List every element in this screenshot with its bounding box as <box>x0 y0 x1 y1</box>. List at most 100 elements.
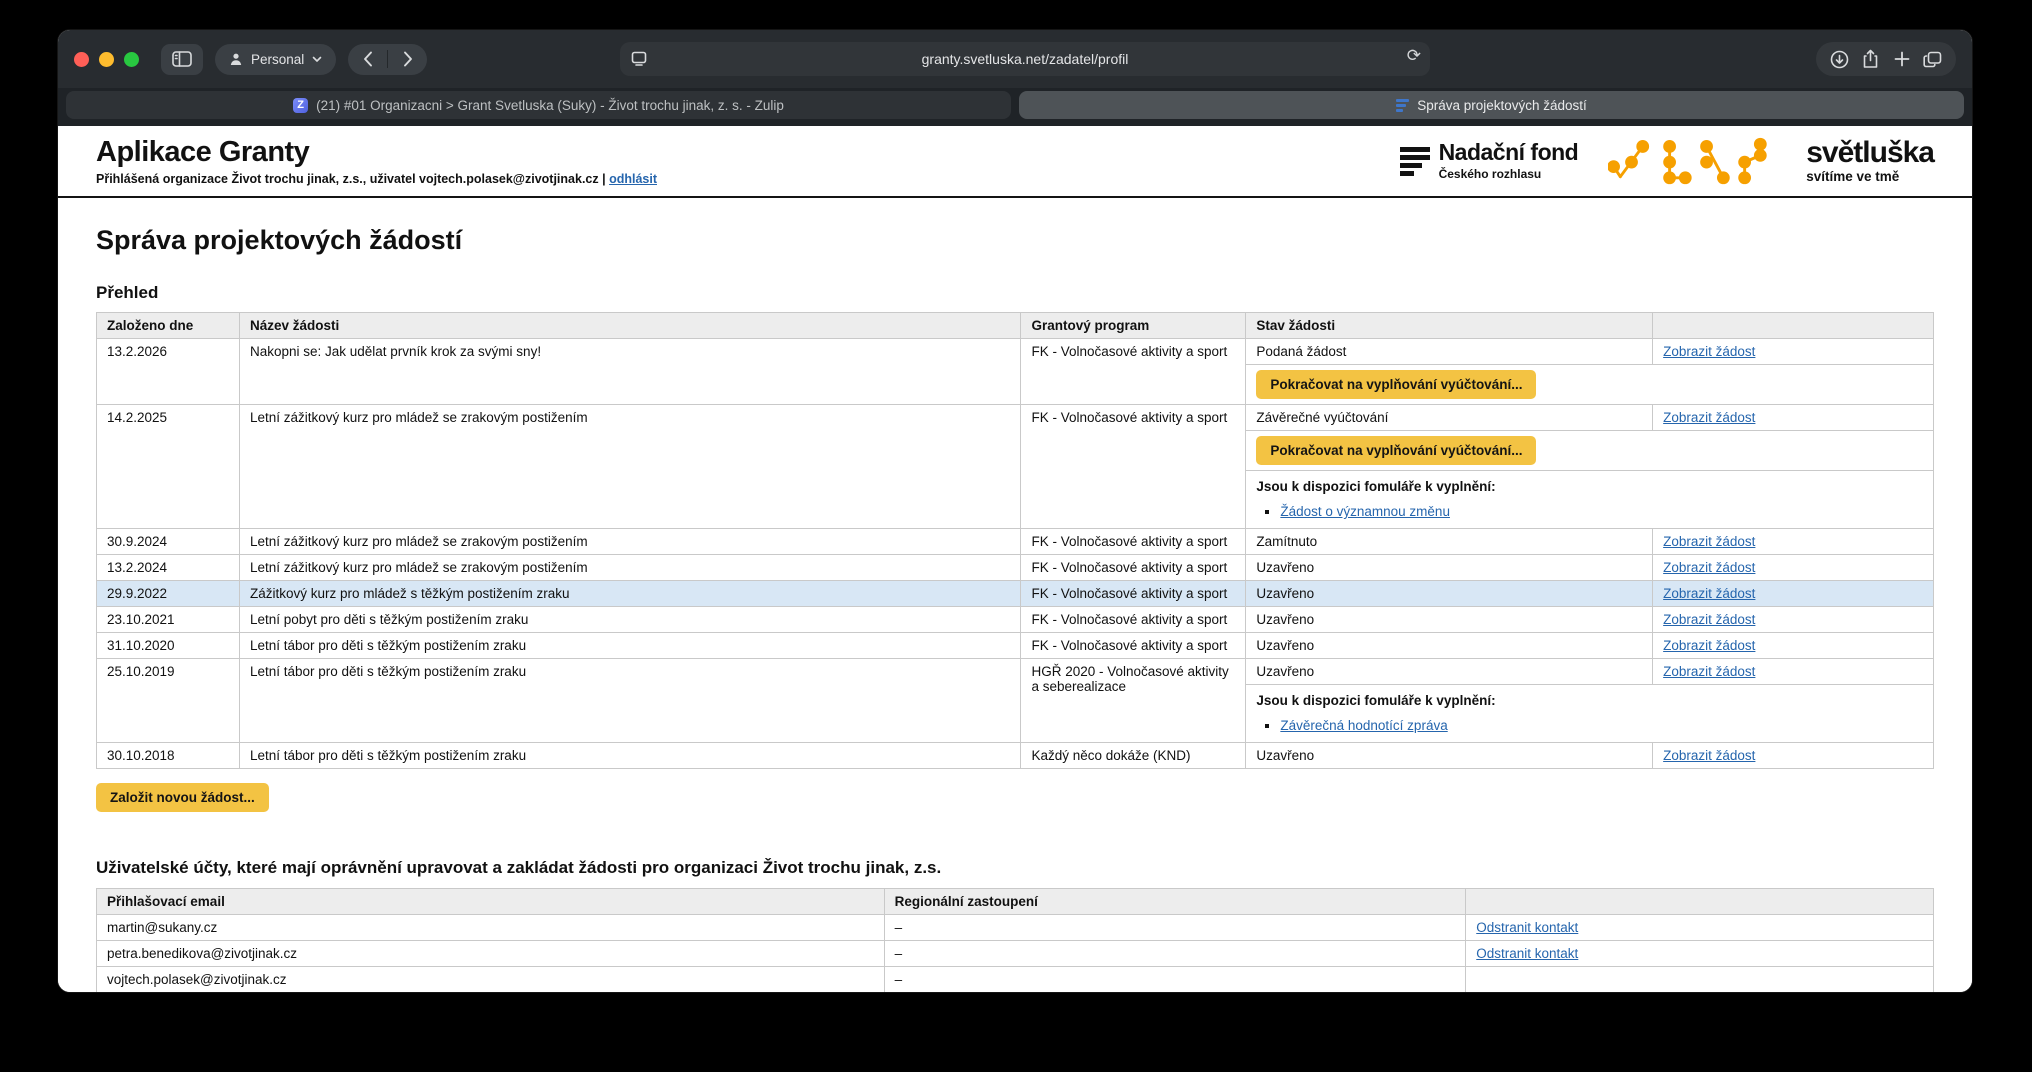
status-cell: Podaná žádost <box>1246 339 1653 365</box>
page-settings-icon[interactable] <box>631 51 647 69</box>
back-icon <box>363 51 373 67</box>
continue-settlement-button[interactable]: Pokračovat na vyplňování vyúčtování... <box>1256 436 1536 465</box>
created-date-cell: 30.10.2018 <box>97 743 240 769</box>
new-application-button[interactable]: Založit novou žádost... <box>96 783 269 812</box>
continue-settlement-button[interactable]: Pokračovat na vyplňování vyúčtování... <box>1256 370 1536 399</box>
remove-contact-link[interactable]: Odstranit kontakt <box>1476 920 1578 935</box>
view-application-link[interactable]: Zobrazit žádost <box>1663 664 1755 679</box>
tab-zulip[interactable]: Z (21) #01 Organizacni > Grant Svetluska… <box>66 91 1011 119</box>
column-header-email: Přihlašovací email <box>97 889 885 915</box>
svetluska-text: světluška <box>1806 138 1934 168</box>
page-content: Aplikace Granty Přihlášená organizace Ži… <box>58 126 1972 992</box>
address-bar[interactable]: granty.svetluska.net/zadatel/profil ⟳ <box>620 42 1430 76</box>
downloads-button[interactable] <box>1824 42 1855 76</box>
history-nav <box>348 44 427 75</box>
login-status-line: Přihlášená organizace Život trochu jinak… <box>96 172 657 186</box>
new-tab-button[interactable] <box>1886 42 1917 76</box>
created-date-cell: 13.2.2026 <box>97 339 240 405</box>
application-name-cell: Nakopni se: Jak udělat prvník krok za sv… <box>239 339 1021 405</box>
ceskeho-rozhlasu-text: Českého rozhlasu <box>1439 167 1579 181</box>
application-row: 13.2.2024Letní zážitkový kurz pro mládež… <box>97 555 1934 581</box>
view-application-link[interactable]: Zobrazit žádost <box>1663 410 1755 425</box>
forward-button[interactable] <box>388 44 427 75</box>
minimize-window-button[interactable] <box>99 52 114 67</box>
close-window-button[interactable] <box>74 52 89 67</box>
account-actions-cell: Odstranit kontakt <box>1466 915 1934 941</box>
tab-strip: Z (21) #01 Organizacni > Grant Svetluska… <box>58 88 1972 126</box>
url-text: granty.svetluska.net/zadatel/profil <box>922 51 1129 67</box>
svetluska-constellation-icon <box>1608 133 1776 189</box>
application-name-cell: Letní tábor pro děti s těžkým postižením… <box>239 659 1021 743</box>
profile-switcher[interactable]: Personal <box>215 44 336 75</box>
forms-list-item: Žádost o významnou změnu <box>1280 504 1923 519</box>
created-date-cell: 13.2.2024 <box>97 555 240 581</box>
status-cell: Uzavřeno <box>1246 633 1653 659</box>
created-date-cell: 25.10.2019 <box>97 659 240 743</box>
app-title: Aplikace Granty <box>96 136 657 169</box>
view-application-link[interactable]: Zobrazit žádost <box>1663 344 1755 359</box>
page-main: Správa projektových žádostí Přehled Zalo… <box>58 225 1972 992</box>
column-header-region: Regionální zastoupení <box>884 889 1466 915</box>
form-link[interactable]: Závěrečná hodnotící zpráva <box>1280 718 1447 733</box>
page-title: Správa projektových žádostí <box>96 225 1934 256</box>
view-application-link[interactable]: Zobrazit žádost <box>1663 748 1755 763</box>
view-application-link[interactable]: Zobrazit žádost <box>1663 638 1755 653</box>
application-row: 30.10.2018Letní tábor pro děti s těžkým … <box>97 743 1934 769</box>
column-header-program: Grantový program <box>1021 313 1246 339</box>
status-cell: Uzavřeno <box>1246 581 1653 607</box>
view-application-cell: Zobrazit žádost <box>1653 659 1934 685</box>
status-cell: Závěrečné vyúčtování <box>1246 405 1653 431</box>
view-application-link[interactable]: Zobrazit žádost <box>1663 534 1755 549</box>
view-application-cell: Zobrazit žádost <box>1653 405 1934 431</box>
tab-label: (21) #01 Organizacni > Grant Svetluska (… <box>316 98 784 113</box>
forward-icon <box>403 51 413 67</box>
profile-label: Personal <box>251 52 304 67</box>
plus-icon <box>1894 51 1910 67</box>
forms-available-label: Jsou k dispozici fomuláře k vyplnění: <box>1256 693 1923 708</box>
view-application-cell: Zobrazit žádost <box>1653 339 1934 365</box>
remove-contact-link[interactable]: Odstranit kontakt <box>1476 946 1578 961</box>
share-icon <box>1862 49 1879 69</box>
view-application-cell: Zobrazit žádost <box>1653 529 1934 555</box>
zoom-window-button[interactable] <box>124 52 139 67</box>
view-application-link[interactable]: Zobrazit žádost <box>1663 586 1755 601</box>
overview-section-label: Přehled <box>96 283 1934 303</box>
forms-list: Žádost o významnou změnu <box>1256 504 1923 519</box>
continue-cell: Pokračovat na vyplňování vyúčtování... <box>1246 365 1934 405</box>
column-header-account-actions <box>1466 889 1934 915</box>
sidebar-toggle-button[interactable] <box>161 44 203 75</box>
application-name-cell: Letní tábor pro děti s těžkým postižením… <box>239 633 1021 659</box>
czech-radio-bars-icon <box>1400 147 1430 176</box>
grant-program-cell: FK - Volnočasové aktivity a sport <box>1021 555 1246 581</box>
app-header-left: Aplikace Granty Přihlášená organizace Ži… <box>96 136 657 186</box>
application-name-cell: Letní zážitkový kurz pro mládež se zrako… <box>239 405 1021 529</box>
application-name-cell: Letní pobyt pro děti s těžkým postižením… <box>239 607 1021 633</box>
form-link[interactable]: Žádost o významnou změnu <box>1280 504 1450 519</box>
view-application-link[interactable]: Zobrazit žádost <box>1663 560 1755 575</box>
tab-sprava-zadosti[interactable]: Správa projektových žádostí <box>1019 91 1964 119</box>
nadacni-fond-logo: Nadační fond Českého rozhlasu <box>1400 141 1579 181</box>
login-status-text: Přihlášená organizace Život trochu jinak… <box>96 172 609 186</box>
accounts-table-header-row: Přihlašovací email Regionální zastoupení <box>97 889 1934 915</box>
application-row: 30.9.2024Letní zážitkový kurz pro mládež… <box>97 529 1934 555</box>
application-name-cell: Zážitkový kurz pro mládež s těžkým posti… <box>239 581 1021 607</box>
grant-program-cell: HGŘ 2020 - Volnočasové aktivity a sebere… <box>1021 659 1246 743</box>
account-email-cell: vojtech.polasek@zivotjinak.cz <box>97 967 885 993</box>
download-icon <box>1830 50 1849 69</box>
back-button[interactable] <box>348 44 387 75</box>
column-header-created: Založeno dne <box>97 313 240 339</box>
account-actions-cell: Odstranit kontakt <box>1466 941 1934 967</box>
continue-cell: Pokračovat na vyplňování vyúčtování... <box>1246 431 1934 471</box>
forms-cell: Jsou k dispozici fomuláře k vyplnění: Záv… <box>1246 685 1934 743</box>
logout-link[interactable]: odhlásit <box>609 172 657 186</box>
created-date-cell: 29.9.2022 <box>97 581 240 607</box>
share-button[interactable] <box>1855 42 1886 76</box>
status-cell: Uzavřeno <box>1246 659 1653 685</box>
application-name-cell: Letní tábor pro děti s těžkým postižením… <box>239 743 1021 769</box>
view-application-link[interactable]: Zobrazit žádost <box>1663 612 1755 627</box>
reload-icon[interactable]: ⟳ <box>1407 46 1421 66</box>
tab-overview-button[interactable] <box>1917 42 1948 76</box>
grant-program-cell: FK - Volnočasové aktivity a sport <box>1021 633 1246 659</box>
status-cell: Uzavřeno <box>1246 743 1653 769</box>
forms-available-label: Jsou k dispozici fomuláře k vyplnění: <box>1256 479 1923 494</box>
